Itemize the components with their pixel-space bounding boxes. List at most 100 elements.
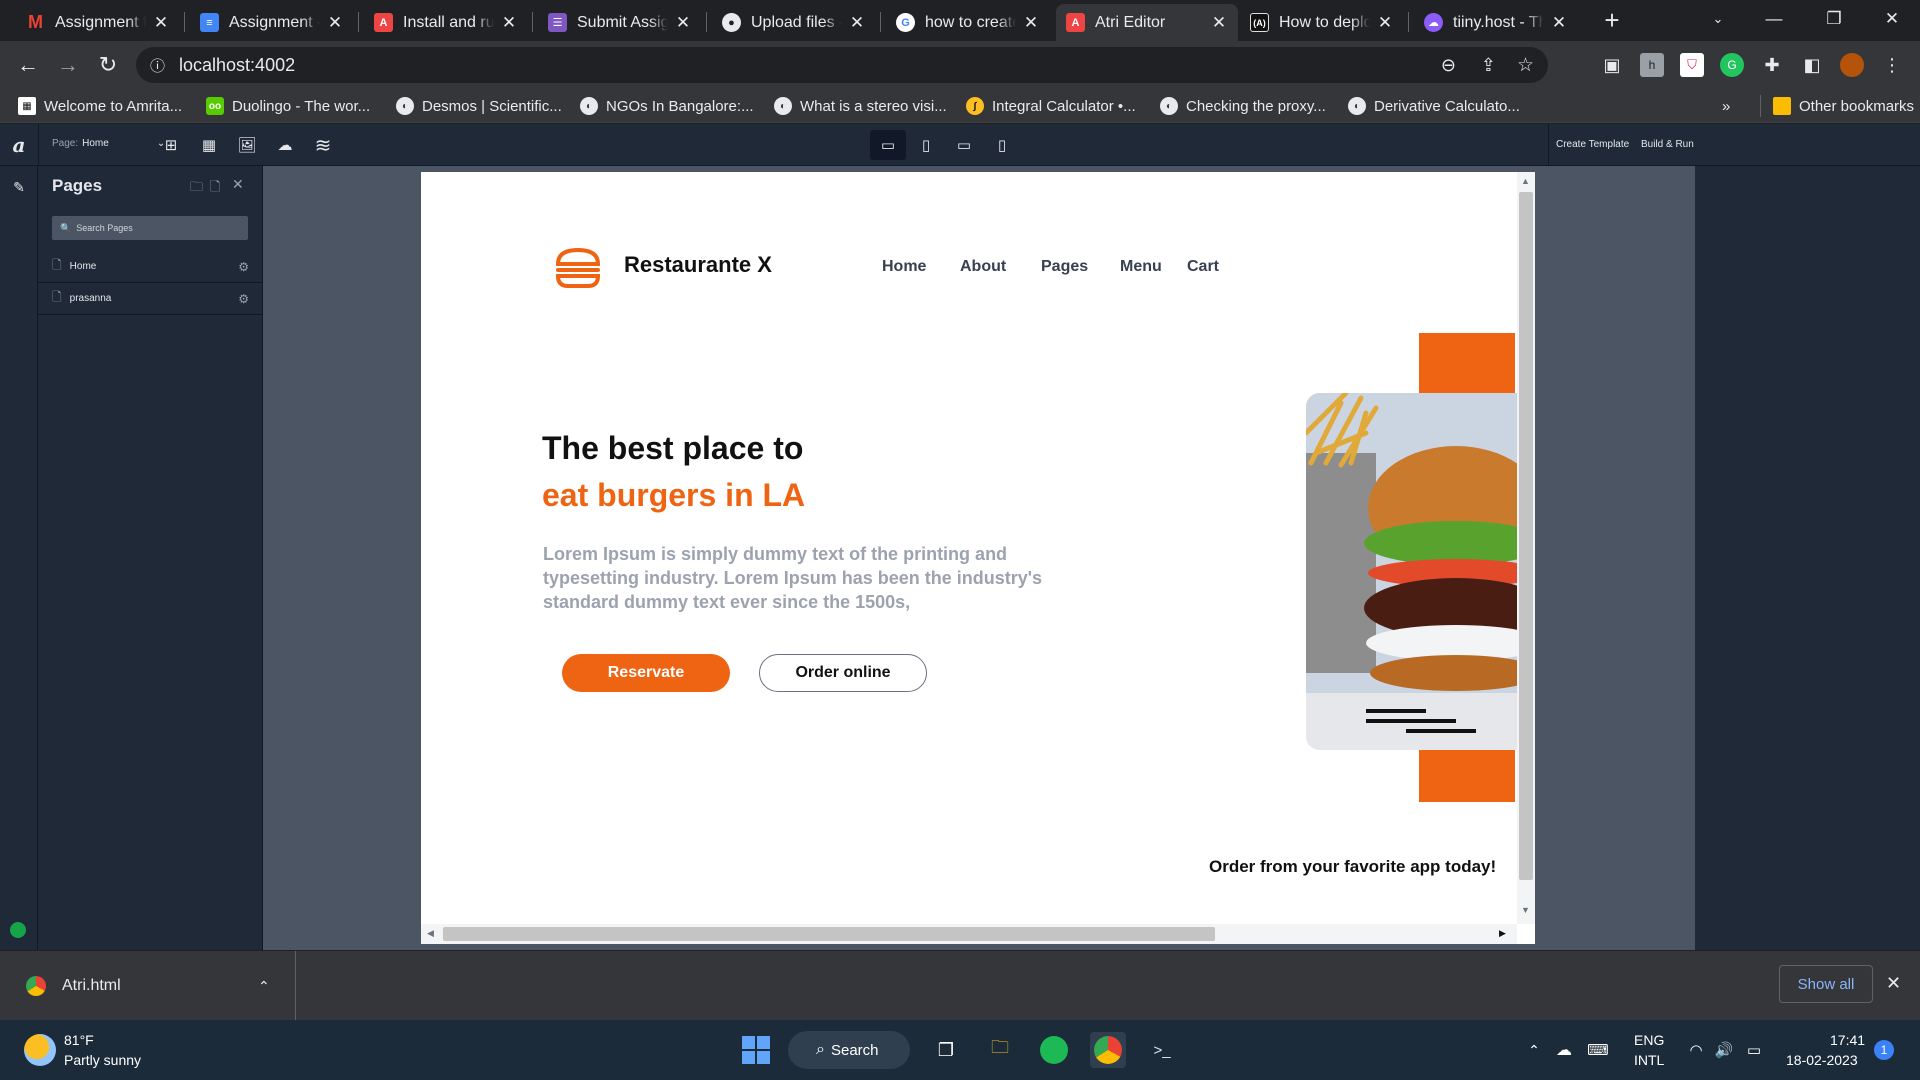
language-layout[interactable]: INTL [1634, 1052, 1664, 1068]
bookmark-item[interactable]: ◐ NGOs In Bangalore:... [580, 95, 754, 117]
tab-gmail-assignment[interactable]: M Assignment fo ✕ [16, 4, 180, 41]
minimize-button[interactable]: — [1746, 0, 1802, 38]
close-icon[interactable]: ✕ [326, 13, 344, 33]
reload-button[interactable]: ↻ [94, 51, 122, 79]
keyboard-icon[interactable]: ⌨ [1580, 1032, 1616, 1068]
layers-icon[interactable]: ≋ [310, 132, 336, 158]
add-element-icon[interactable]: ⊞ [158, 132, 184, 158]
scroll-down-icon[interactable]: ▼ [1521, 905, 1530, 915]
tab-how-to-create[interactable]: G how to create ✕ [886, 4, 1050, 41]
other-bookmarks[interactable]: Other bookmarks [1760, 95, 1914, 117]
build-run-button[interactable]: Build & Run [1641, 139, 1694, 150]
nav-cart[interactable]: Cart [1187, 258, 1219, 276]
tablet-landscape-view-icon[interactable]: ▭ [946, 130, 982, 160]
bookmark-item[interactable]: ◐ Desmos | Scientific... [396, 95, 562, 117]
new-folder-icon[interactable]: 🗀 [190, 178, 203, 200]
edit-icon[interactable]: ✎ [6, 174, 32, 200]
chevron-up-icon[interactable]: ⌃ [258, 978, 270, 995]
tab-tiiny-host[interactable]: ☁ tiiny.host - Th ✕ [1414, 4, 1578, 41]
page-select[interactable]: Page: Home ⌄ [52, 138, 165, 149]
bookmark-item[interactable]: ▦ Welcome to Amrita... [18, 95, 182, 117]
bookmark-item[interactable]: oo Duolingo - The wor... [206, 95, 370, 117]
battery-icon[interactable]: ▭ [1736, 1032, 1772, 1068]
spotify-icon[interactable] [1036, 1032, 1072, 1068]
close-icon[interactable]: ✕ [1886, 973, 1901, 994]
tablet-view-icon[interactable]: ▯ [908, 130, 944, 160]
file-explorer-icon[interactable]: 🗀 [982, 1032, 1018, 1068]
clock-time[interactable]: 17:41 [1830, 1032, 1865, 1048]
tab-search-chevron-icon[interactable]: ⌄ [1690, 0, 1746, 38]
page-item-prasanna[interactable]: 🗋 prasanna ⚙ [38, 283, 263, 315]
puzzle-icon[interactable]: ✚ [1760, 53, 1784, 77]
close-icon[interactable]: ✕ [1210, 13, 1228, 33]
bookmark-item[interactable]: ◐ What is a stereo visi... [774, 95, 947, 117]
bookmark-star-icon[interactable]: ☆ [1517, 54, 1534, 77]
create-template-button[interactable]: Create Template [1556, 139, 1629, 150]
side-panel-icon[interactable]: ◧ [1800, 53, 1824, 77]
avatar[interactable] [1840, 53, 1864, 77]
bookmark-item[interactable]: ◐ Derivative Calculato... [1348, 95, 1520, 117]
close-icon[interactable]: ✕ [232, 176, 244, 193]
close-icon[interactable]: ✕ [848, 13, 866, 33]
gear-icon[interactable]: ⚙ [238, 260, 249, 274]
close-icon[interactable]: ✕ [500, 13, 518, 33]
reservate-button[interactable]: Reservate [562, 654, 730, 692]
bookmark-item[interactable]: ◐ Checking the proxy... [1160, 95, 1326, 117]
layout-icon[interactable]: ▦ [196, 132, 222, 158]
nav-menu[interactable]: Menu [1120, 258, 1162, 276]
info-icon[interactable]: ⓘ [150, 55, 165, 76]
bookmarks-overflow-button[interactable]: » [1722, 95, 1730, 117]
bookmark-item[interactable]: ∫ Integral Calculator •... [966, 95, 1136, 117]
close-icon[interactable]: ✕ [674, 13, 692, 33]
windows-start-icon[interactable] [738, 1032, 774, 1068]
close-window-button[interactable]: ✕ [1864, 0, 1920, 38]
tab-upload-files-github[interactable]: ● Upload files - ✕ [712, 4, 876, 41]
address-bar[interactable]: ⓘ localhost:4002 ⊖ ⇪ ☆ [136, 47, 1548, 83]
new-page-icon[interactable]: 🗋 [210, 178, 220, 200]
nav-about[interactable]: About [960, 258, 1006, 276]
search-pages-input[interactable]: 🔍 Search Pages [52, 216, 248, 240]
nav-home[interactable]: Home [882, 258, 926, 276]
close-icon[interactable]: ✕ [1550, 13, 1568, 33]
clock-date[interactable]: 18-02-2023 [1786, 1052, 1858, 1068]
forward-button[interactable]: → [54, 51, 82, 79]
close-icon[interactable]: ✕ [1022, 13, 1040, 33]
back-button[interactable]: ← [14, 51, 42, 79]
extension-icon[interactable]: h [1640, 53, 1664, 77]
extension-icon[interactable]: ▣ [1600, 53, 1624, 77]
close-icon[interactable]: ✕ [1376, 13, 1394, 33]
show-all-button[interactable]: Show all [1779, 965, 1873, 1003]
new-tab-button[interactable]: + [1594, 2, 1630, 38]
pocket-icon[interactable]: ⛉ [1680, 53, 1704, 77]
notification-badge[interactable]: 1 [1874, 1040, 1894, 1060]
horizontal-scrollbar[interactable]: ◀ ▶ [421, 924, 1517, 944]
tab-install-and-run[interactable]: A Install and run ✕ [364, 4, 528, 41]
tab-atri-editor[interactable]: A Atri Editor ✕ [1056, 4, 1238, 41]
cloud-upload-icon[interactable]: ☁ [272, 132, 298, 158]
terminal-icon[interactable]: >_ [1144, 1032, 1180, 1068]
weather-icon[interactable] [24, 1034, 56, 1066]
vertical-scrollbar[interactable]: ▲ ▼ [1517, 172, 1535, 924]
tab-how-to-deploy[interactable]: (A) How to deplo ✕ [1240, 4, 1404, 41]
nav-pages[interactable]: Pages [1041, 258, 1088, 276]
mobile-view-icon[interactable]: ▯ [984, 130, 1020, 160]
close-icon[interactable]: ✕ [152, 13, 170, 33]
tab-docs-assignment[interactable]: ≡ Assignment - ✕ [190, 4, 354, 41]
taskbar-search[interactable]: ⌕ Search [788, 1031, 910, 1069]
task-view-icon[interactable]: ❐ [928, 1032, 964, 1068]
scrollbar-thumb[interactable] [1519, 192, 1533, 880]
more-menu-icon[interactable]: ⋮ [1880, 53, 1904, 77]
zoom-icon[interactable]: ⊖ [1441, 55, 1456, 76]
grammarly-icon[interactable]: G [1720, 53, 1744, 77]
image-icon[interactable]: 🖼 [234, 132, 260, 158]
scroll-right-icon[interactable]: ▶ [1499, 928, 1506, 939]
language-code[interactable]: ENG [1634, 1032, 1664, 1048]
desktop-view-icon[interactable]: ▭ [870, 130, 906, 160]
scrollbar-thumb[interactable] [443, 927, 1215, 941]
chrome-icon[interactable] [1090, 1032, 1126, 1068]
scroll-left-icon[interactable]: ◀ [427, 928, 434, 939]
download-item[interactable]: Atri.html ⌃ [0, 951, 296, 1021]
onedrive-icon[interactable]: ☁ [1546, 1032, 1582, 1068]
order-online-button[interactable]: Order online [759, 654, 927, 692]
scroll-up-icon[interactable]: ▲ [1521, 176, 1530, 186]
